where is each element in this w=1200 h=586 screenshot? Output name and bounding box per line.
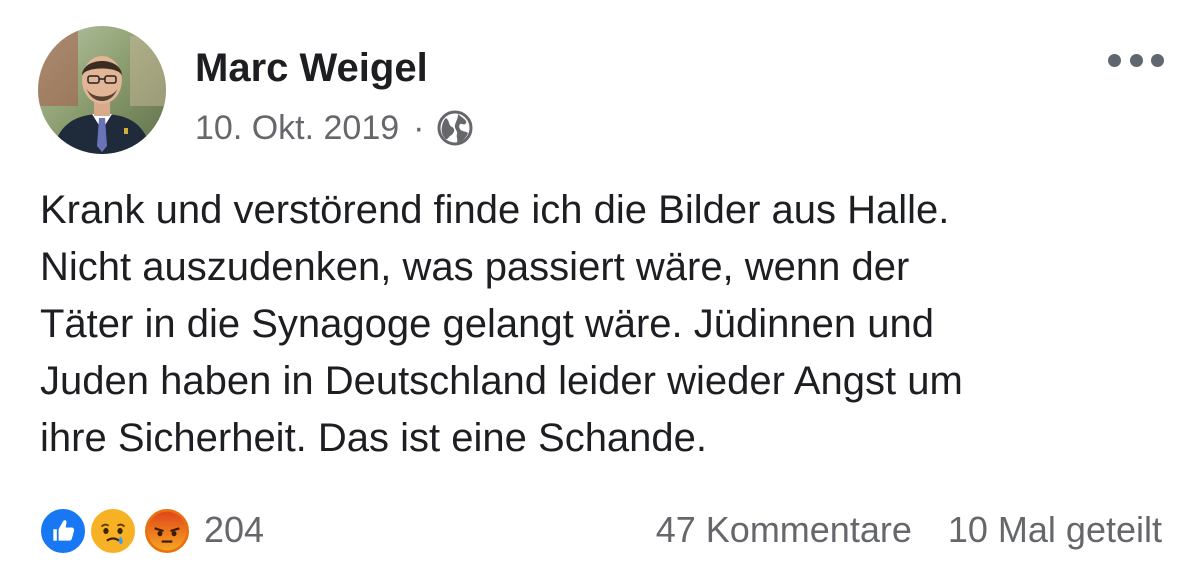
profile-photo bbox=[38, 26, 166, 154]
more-dot bbox=[1151, 53, 1164, 67]
engagement-counts: 47 Kommentare 10 Mal geteilt bbox=[656, 502, 1162, 558]
author-name[interactable]: Marc Weigel bbox=[195, 44, 428, 92]
more-dot bbox=[1129, 53, 1143, 67]
comments-count-link[interactable]: 47 Kommentare bbox=[656, 509, 912, 551]
shares-count-link[interactable]: 10 Mal geteilt bbox=[948, 509, 1162, 551]
like-reaction-icon bbox=[38, 506, 88, 556]
more-options-icon[interactable] bbox=[1108, 48, 1164, 72]
post-footer: 204 47 Kommentare 10 Mal geteilt bbox=[38, 502, 1162, 558]
post-date[interactable]: 10. Okt. 2019 bbox=[195, 109, 399, 148]
reaction-icons bbox=[38, 502, 196, 558]
reactions-summary[interactable]: 204 bbox=[38, 502, 264, 558]
angry-reaction-icon bbox=[142, 506, 192, 556]
post-text: Krank und verstörend finde ich die Bilde… bbox=[40, 188, 963, 460]
more-dot bbox=[1108, 53, 1121, 67]
sad-reaction-icon bbox=[88, 506, 138, 556]
facebook-post: Marc Weigel 10. Okt. 2019 · Krank und ve… bbox=[0, 0, 1200, 586]
avatar[interactable] bbox=[38, 26, 166, 154]
reaction-count: 204 bbox=[204, 509, 265, 550]
globe-icon[interactable] bbox=[436, 109, 474, 147]
post-meta: 10. Okt. 2019 · bbox=[195, 106, 474, 150]
meta-separator: · bbox=[413, 108, 425, 147]
